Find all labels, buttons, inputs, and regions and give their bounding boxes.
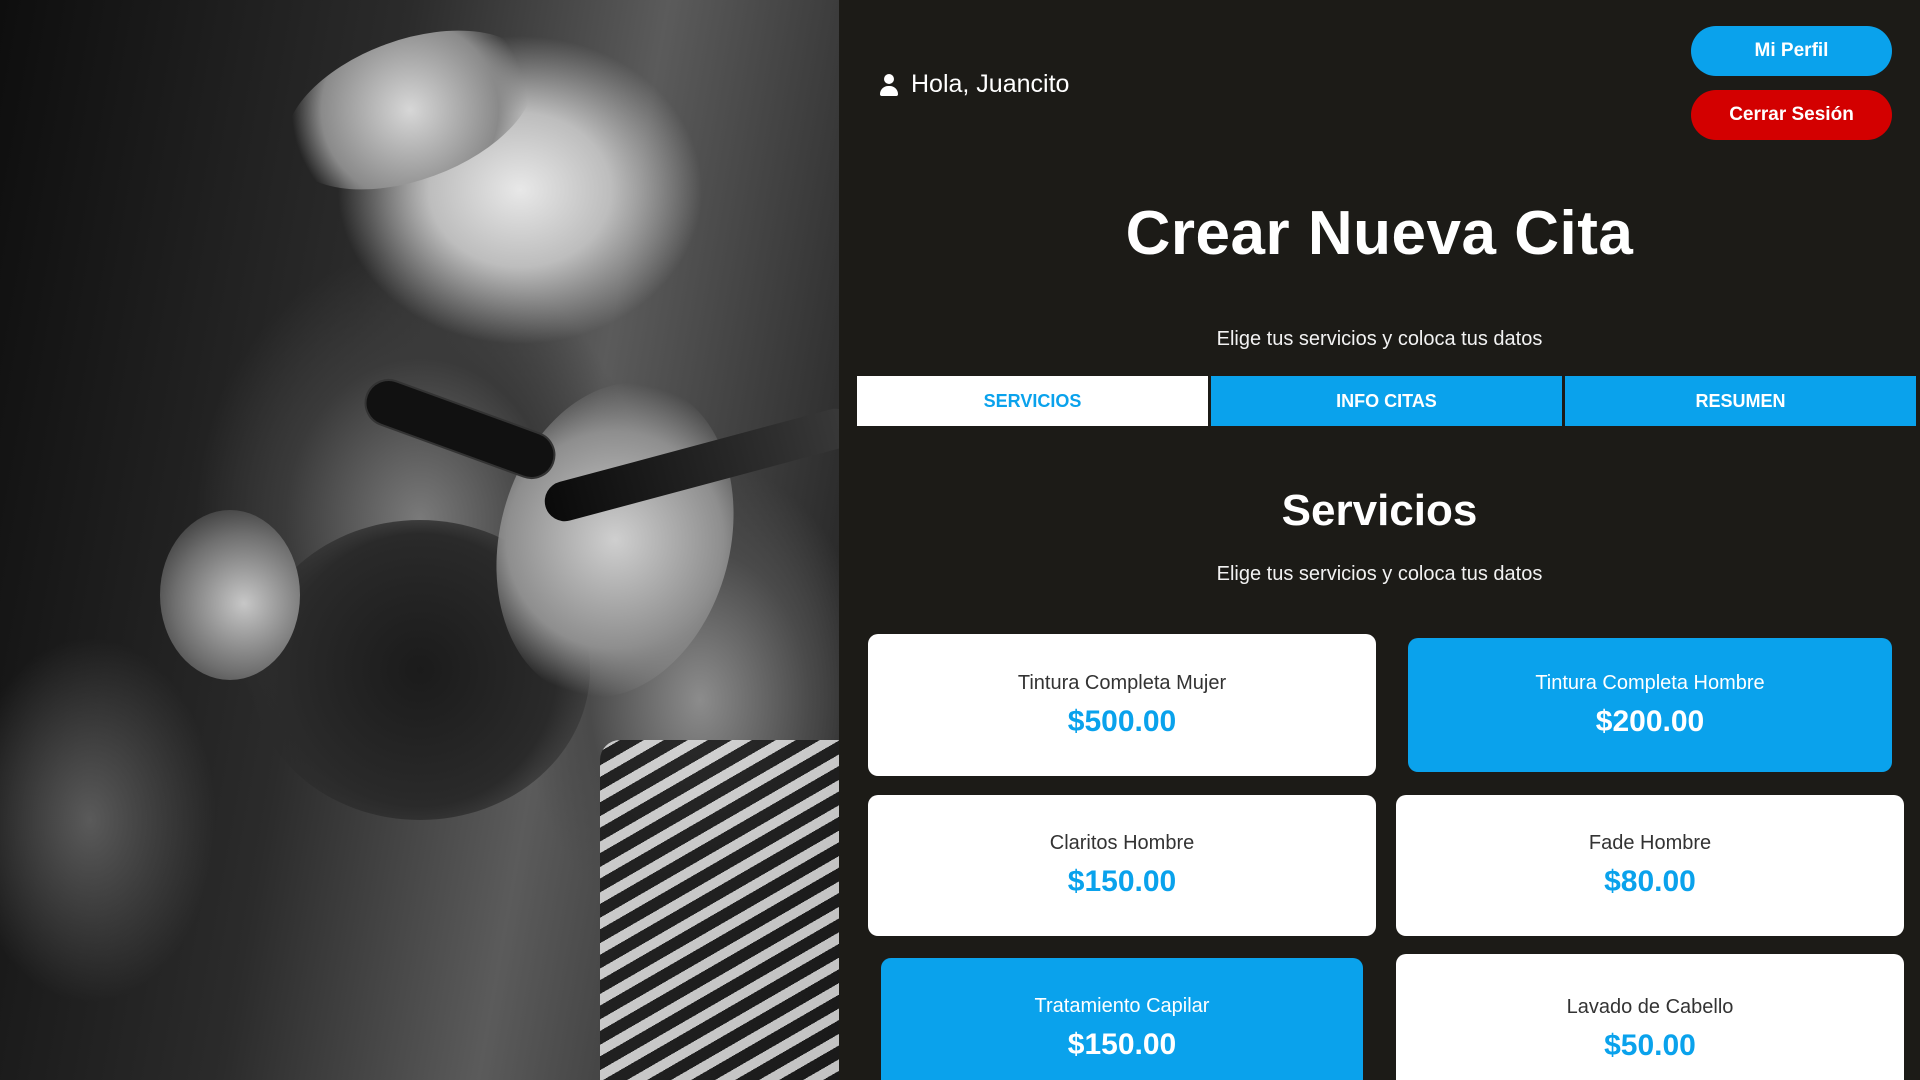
appointment-panel: Hola, Juancito Mi Perfil Cerrar Sesión C… [839,0,1920,1080]
service-name: Fade Hombre [1588,832,1712,854]
user-icon [879,73,899,96]
services-subtitle: Elige tus servicios y coloca tus datos [1216,563,1543,585]
service-card[interactable]: Tintura Completa Mujer $500.00 [868,634,1376,776]
profile-button[interactable]: Mi Perfil [1691,26,1892,76]
service-name: Tintura Completa Hombre [1535,671,1765,694]
tab-info-citas[interactable]: INFO CITAS [1211,376,1562,426]
service-card[interactable]: Claritos Hombre $150.00 [868,795,1376,936]
service-card[interactable]: Fade Hombre $80.00 [1396,795,1904,936]
service-card[interactable]: Tratamiento Capilar $150.00 [881,958,1363,1080]
service-card[interactable]: Lavado de Cabello $50.00 [1396,954,1904,1080]
service-price: $50.00 [1604,1028,1696,1062]
tab-resumen[interactable]: RESUMEN [1565,376,1916,426]
logout-button[interactable]: Cerrar Sesión [1691,90,1892,140]
service-card[interactable]: Tintura Completa Hombre $200.00 [1408,638,1892,772]
service-price: $80.00 [1604,865,1696,898]
greeting-text: Hola, Juancito [911,70,1070,98]
service-name: Tratamiento Capilar [1034,994,1210,1017]
services-title: Servicios [1281,486,1478,535]
service-name: Tintura Completa Mujer [1017,671,1227,694]
service-name: Lavado de Cabello [1566,995,1734,1018]
page-title: Crear Nueva Cita [1125,199,1634,268]
service-name: Claritos Hombre [1049,832,1195,854]
step-tabs: SERVICIOS INFO CITAS RESUMEN [857,376,1916,426]
service-price: $200.00 [1595,704,1705,738]
tab-servicios[interactable]: SERVICIOS [857,376,1208,426]
barber-photo [0,0,839,1080]
service-price: $150.00 [1067,1027,1177,1061]
service-price: $150.00 [1067,865,1177,898]
user-greeting: Hola, Juancito [879,70,1069,99]
service-price: $500.00 [1067,704,1177,738]
page-subtitle: Elige tus servicios y coloca tus datos [1216,328,1543,350]
